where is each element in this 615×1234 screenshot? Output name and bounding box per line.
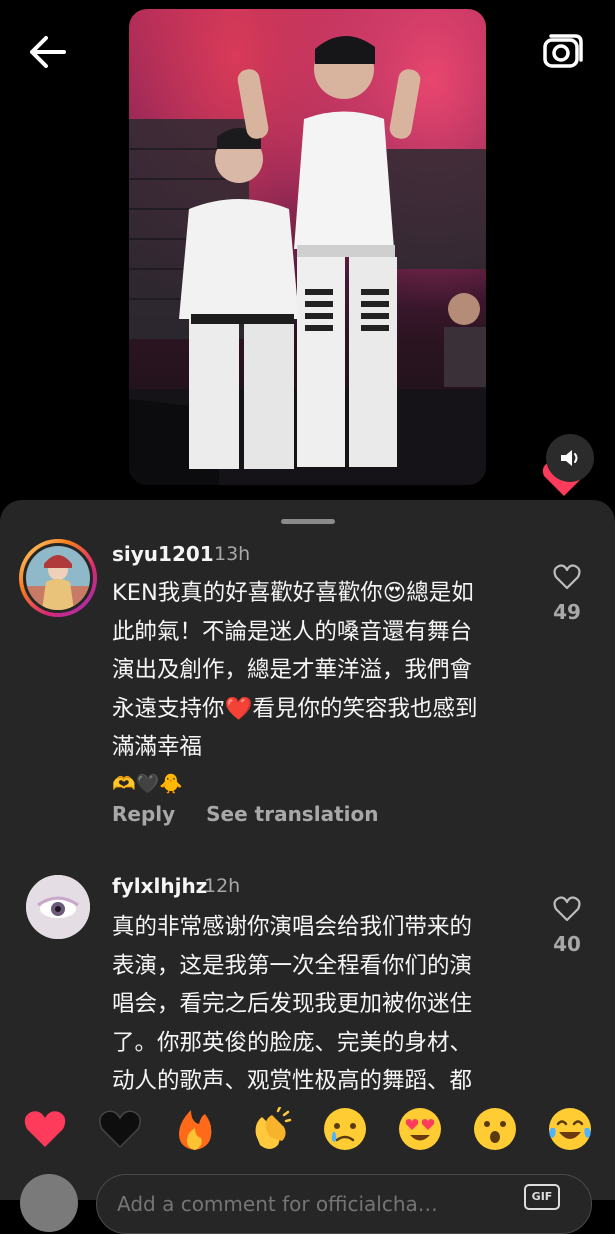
drag-handle[interactable] (281, 519, 335, 524)
comment-line: 滿滿幸福 (112, 734, 203, 760)
comment-line: 了。你那英俊的脸庞、完美的身材、 (112, 1029, 473, 1056)
back-button[interactable] (24, 32, 70, 72)
reaction-laughing[interactable] (545, 1104, 595, 1154)
speaker-icon (561, 450, 578, 466)
reaction-clap[interactable] (245, 1104, 295, 1154)
avatar-image (26, 546, 90, 610)
camera-icon (543, 34, 583, 68)
comment-input[interactable] (96, 1174, 592, 1234)
surprised-face-icon (474, 1108, 516, 1150)
comment-line: 唱会，看完之后发现我更加被你迷住 (112, 991, 473, 1017)
sound-toggle-button[interactable] (546, 434, 594, 482)
comment-composer: GIF (0, 1162, 615, 1234)
fire-icon (179, 1110, 212, 1150)
gif-button[interactable]: GIF (524, 1184, 560, 1210)
camera-button[interactable] (541, 30, 585, 74)
heart-eyes-face-icon (399, 1108, 441, 1150)
comment-line: 动人的歌声、观赏性极高的舞蹈、都 (112, 1068, 473, 1094)
reaction-fire[interactable] (170, 1104, 220, 1154)
comment-text: 真的非常感谢你演唱会给我们带来的 表演，这是我第一次全程看你们的演 唱会，看完之… (112, 908, 532, 1101)
comments-sheet: siyu1201 13h KEN我真的好喜歡好喜歡你😍總是如 此帥氣！不論是迷人… (0, 500, 615, 1200)
media-area (0, 0, 615, 500)
avatar-image (26, 875, 90, 939)
avatar[interactable] (26, 875, 90, 939)
comment-line: KEN我真的好喜歡好喜歡你😍總是如 (112, 580, 474, 606)
comment-username[interactable]: fylxlhjhz (112, 874, 207, 898)
heart-outline-icon[interactable] (553, 564, 581, 590)
gif-label: GIF (531, 1190, 553, 1203)
comment-line: 永遠支持你❤️看見你的笑容我也感到 (112, 695, 478, 722)
reaction-heart-eyes[interactable] (395, 1104, 445, 1154)
comment-actions: Reply See translation (112, 802, 402, 826)
emoji-line: 🫶🖤🐥 (112, 772, 183, 795)
comment-line: 真的非常感谢你演唱会给我们带来的 (112, 914, 473, 940)
comment-line: 此帥氣！不論是迷人的嗓音還有舞台 (112, 618, 473, 645)
black-heart-icon (99, 1110, 141, 1149)
concert-photo (129, 35, 486, 485)
reaction-black-heart[interactable] (95, 1104, 145, 1154)
heart-outline-icon[interactable] (553, 896, 581, 922)
comment-text: KEN我真的好喜歡好喜歡你😍總是如 此帥氣！不論是迷人的嗓音還有舞台 演出及創作… (112, 574, 532, 799)
comment-emoji-line: 🫶🖤🐥 (112, 767, 532, 799)
comment-time: 12h (204, 875, 241, 897)
comment-time: 13h (214, 543, 251, 565)
avatar[interactable] (23, 543, 93, 613)
reaction-crying[interactable] (320, 1104, 370, 1154)
reaction-red-heart[interactable] (20, 1104, 70, 1154)
arrow-left-icon (30, 36, 66, 68)
video-thumbnail[interactable] (129, 9, 486, 485)
own-avatar (20, 1174, 78, 1232)
see-translation-button[interactable]: See translation (206, 802, 378, 826)
comment-username[interactable]: siyu1201 (112, 542, 214, 566)
comment-line: 演出及創作，總是才華洋溢，我們會 (112, 657, 473, 683)
clapping-hands-icon (255, 1107, 292, 1149)
reply-button[interactable]: Reply (112, 802, 175, 826)
tears-of-joy-face-icon (549, 1108, 591, 1150)
red-heart-icon (24, 1111, 66, 1147)
reaction-surprised[interactable] (470, 1104, 520, 1154)
like-count: 40 (553, 932, 581, 956)
reaction-bar (0, 1096, 615, 1162)
crying-face-icon (324, 1108, 366, 1150)
comment-line: 表演，这是我第一次全程看你们的演 (112, 952, 473, 979)
like-count: 49 (553, 600, 581, 624)
